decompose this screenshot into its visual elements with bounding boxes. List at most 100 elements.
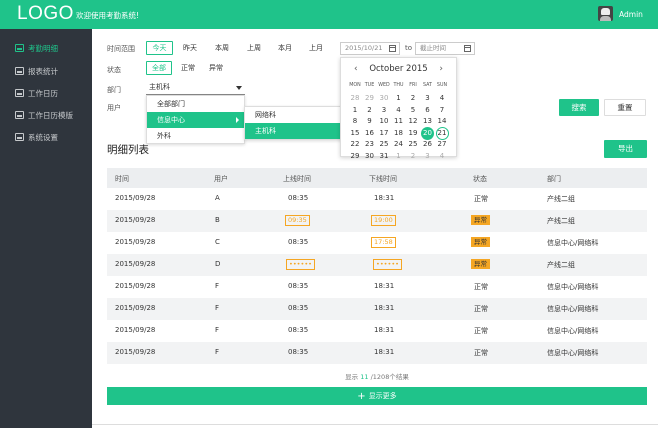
calendar-day[interactable]: 2 (407, 150, 420, 163)
department-label: 部门 (107, 86, 121, 94)
cell-date: 2015/09/28 (115, 326, 156, 334)
cell-online-time: 08:35 (288, 326, 309, 334)
settings-icon (15, 133, 24, 141)
avatar[interactable] (598, 6, 613, 21)
summary-suffix: /1208个结果 (370, 373, 409, 381)
status-option-abnormal[interactable]: 异常 (204, 61, 228, 75)
cell-offline-time: 18:31 (374, 282, 395, 290)
department-menu: 全部部门 信息中心 外科 (146, 95, 245, 144)
table-row[interactable]: 2015/09/28 A 08:35 18:31 正常 产线二组 (107, 188, 647, 210)
table-row[interactable]: 2015/09/28 D •••••• •••••• 异常 产线二组 (107, 254, 647, 276)
date-range-to: to (405, 44, 413, 52)
monitor-icon (15, 44, 24, 52)
reset-button[interactable]: 重置 (604, 99, 646, 116)
table-row[interactable]: 2015/09/28 F 08:35 18:31 正常 信息中心/网络科 (107, 320, 647, 342)
list-title: 明细列表 (107, 144, 149, 156)
column-header-online: 上线时间 (283, 175, 311, 183)
cell-date: 2015/09/28 (115, 238, 156, 246)
status-badge: 异常 (471, 237, 490, 247)
time-option-this-week[interactable]: 本周 (210, 41, 234, 55)
cell-department: 产线二组 (547, 261, 575, 269)
result-summary: 显示 11 /1208个结果 (0, 371, 658, 381)
show-more-label: 显示更多 (368, 392, 397, 400)
department-option-all[interactable]: 全部部门 (147, 96, 244, 112)
cell-department: 信息中心/网络科 (547, 327, 599, 335)
column-header-user: 用户 (214, 175, 228, 183)
department-select[interactable]: 主机科 (146, 81, 245, 95)
search-button[interactable]: 搜索 (559, 99, 599, 116)
sidebar-item-settings[interactable]: 系统设置 (15, 131, 58, 143)
column-header-time: 时间 (115, 175, 129, 183)
sidebar-item-label: 工作日历模版 (28, 110, 73, 120)
template-icon (15, 111, 24, 119)
calendar-day[interactable]: 30 (363, 150, 376, 163)
department-option-network[interactable]: 网络科 (245, 107, 343, 123)
weekday-header: SUN (436, 83, 448, 88)
table-row[interactable]: 2015/09/28 C 08:35 17:58 异常 信息中心/网络科 (107, 232, 647, 254)
plus-icon: + (357, 391, 366, 402)
status-label: 状态 (107, 66, 121, 74)
cell-date: 2015/09/28 (115, 194, 156, 202)
end-date-input[interactable]: 截止时间 (415, 42, 475, 55)
time-option-last-month[interactable]: 上月 (304, 41, 328, 55)
cell-offline-time: 18:31 (374, 194, 395, 202)
time-range-label: 时间范围 (107, 45, 135, 53)
sidebar-item-calendar-template[interactable]: 工作日历模版 (15, 109, 73, 121)
start-date-input[interactable]: 2015/10/21 (340, 42, 400, 55)
user-name[interactable]: Admin (619, 10, 643, 19)
cell-date: 2015/09/28 (115, 304, 156, 312)
cell-user: F (215, 304, 220, 312)
sidebar-item-attendance[interactable]: 考勤明细 (15, 42, 58, 54)
cell-offline-time: 18:31 (374, 326, 395, 334)
cell-user: F (215, 282, 220, 290)
calendar-day[interactable]: 3 (421, 150, 434, 163)
calendar-day[interactable]: 1 (392, 150, 405, 163)
cell-department: 信息中心/网络科 (547, 305, 599, 313)
cell-user: F (215, 348, 220, 356)
cell-status: 正常 (474, 327, 488, 335)
cell-date: 2015/09/28 (115, 216, 156, 224)
calendar-day[interactable]: 29 (349, 150, 362, 163)
table-row[interactable]: 2015/09/28 F 08:35 18:31 正常 信息中心/网络科 (107, 342, 647, 364)
cell-offline-time: •••••• (373, 259, 403, 270)
department-option-host[interactable]: 主机科 (245, 123, 343, 139)
cell-online-time: 08:35 (288, 304, 309, 312)
cell-user: B (215, 216, 220, 224)
department-option-info-center[interactable]: 信息中心 (147, 112, 244, 128)
table-row[interactable]: 2015/09/28 F 08:35 18:31 正常 信息中心/网络科 (107, 298, 647, 320)
next-month-icon[interactable]: › (439, 64, 443, 74)
cell-date: 2015/09/28 (115, 260, 156, 268)
department-option-surgery[interactable]: 外科 (147, 128, 244, 144)
logo[interactable]: LOGO (17, 3, 74, 25)
calendar-day[interactable]: 31 (378, 150, 391, 163)
calendar-day[interactable]: 4 (436, 150, 449, 163)
table-row[interactable]: 2015/09/28 B 09:35 19:00 异常 产线二组 (107, 210, 647, 232)
cell-online-time: 08:35 (288, 194, 309, 202)
time-option-this-month[interactable]: 本月 (273, 41, 297, 55)
shown-count: 11 (360, 373, 369, 381)
cell-department: 信息中心/网络科 (547, 283, 599, 291)
sidebar-item-label: 系统设置 (28, 132, 58, 142)
sidebar-item-label: 工作日历 (28, 88, 58, 98)
status-option-normal[interactable]: 正常 (176, 61, 200, 75)
cell-department: 信息中心/网络科 (547, 349, 599, 357)
cell-online-time: 09:35 (285, 215, 310, 226)
sidebar-item-reports[interactable]: 报表统计 (15, 65, 58, 77)
top-bar: LOGO 欢迎使用考勤系统! Admin (0, 0, 658, 29)
chevron-right-icon (236, 117, 239, 123)
export-button[interactable]: 导出 (604, 140, 647, 158)
time-option-last-week[interactable]: 上周 (242, 41, 266, 55)
sidebar-item-calendar[interactable]: 工作日历 (15, 87, 58, 99)
cell-online-time: 08:35 (288, 238, 309, 246)
time-option-yesterday[interactable]: 昨天 (178, 41, 202, 55)
status-badge: 异常 (471, 215, 490, 225)
time-option-today[interactable]: 今天 (146, 41, 173, 55)
cell-status: 正常 (474, 305, 488, 313)
status-option-all[interactable]: 全部 (146, 61, 172, 75)
show-more-button[interactable]: + 显示更多 (107, 387, 647, 405)
cell-online-time: •••••• (286, 259, 316, 270)
cell-offline-time: 17:58 (371, 237, 396, 248)
table-row[interactable]: 2015/09/28 F 08:35 18:31 正常 信息中心/网络科 (107, 276, 647, 298)
cell-online-time: 08:35 (288, 348, 309, 356)
cell-department: 产线二组 (547, 195, 575, 203)
